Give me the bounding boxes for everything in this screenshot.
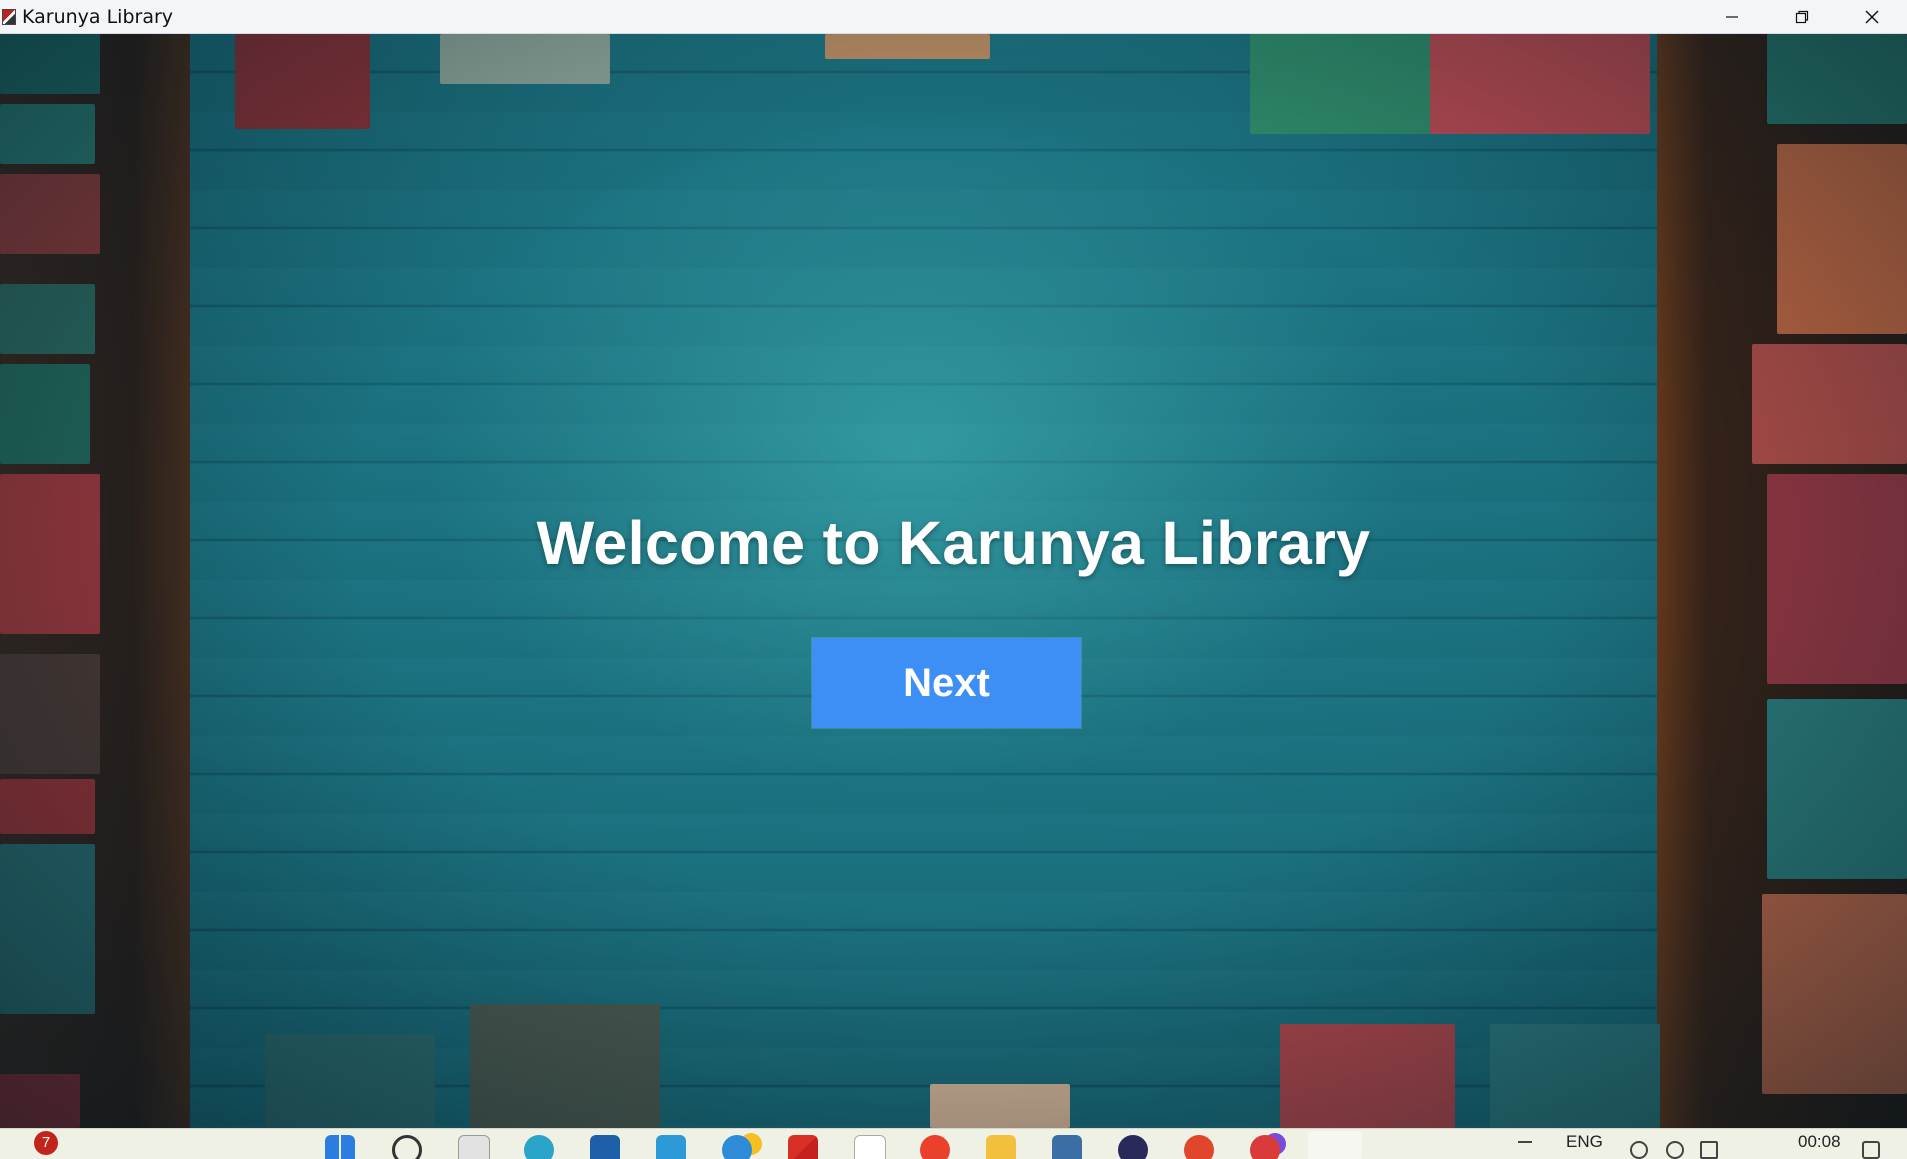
restore-button[interactable] bbox=[1767, 0, 1837, 34]
java-app-icon bbox=[2, 8, 16, 25]
app-icon[interactable] bbox=[854, 1135, 886, 1159]
file-icon[interactable] bbox=[458, 1135, 490, 1159]
notifications-icon[interactable] bbox=[1862, 1141, 1880, 1159]
clock-time[interactable]: 00:08 bbox=[1798, 1132, 1841, 1152]
window-title: Karunya Library bbox=[22, 5, 174, 28]
start-icon[interactable] bbox=[325, 1135, 355, 1159]
language-indicator[interactable]: ENG bbox=[1566, 1132, 1603, 1152]
vscode-icon[interactable] bbox=[656, 1135, 686, 1159]
folder-icon[interactable] bbox=[986, 1135, 1016, 1159]
vignette-overlay bbox=[0, 34, 1907, 1128]
notification-badge[interactable]: 7 bbox=[34, 1131, 58, 1155]
next-button[interactable]: Next bbox=[812, 638, 1081, 728]
java-icon[interactable] bbox=[1308, 1131, 1362, 1159]
close-button[interactable] bbox=[1837, 0, 1907, 34]
close-icon bbox=[1865, 10, 1879, 24]
store-icon[interactable] bbox=[590, 1135, 620, 1159]
welcome-heading: Welcome to Karunya Library bbox=[536, 509, 1371, 577]
app5-icon[interactable] bbox=[1250, 1135, 1280, 1159]
title-bar: Karunya Library bbox=[0, 0, 1907, 34]
wifi-icon[interactable] bbox=[1630, 1141, 1648, 1159]
chrome-beta-icon[interactable] bbox=[722, 1135, 752, 1159]
volume-icon[interactable] bbox=[1666, 1141, 1684, 1159]
edge-icon[interactable] bbox=[524, 1135, 554, 1159]
taskbar: 7 ENG 00:08 bbox=[0, 1128, 1907, 1159]
minimize-button[interactable] bbox=[1697, 0, 1767, 34]
app3-icon[interactable] bbox=[1118, 1135, 1148, 1159]
chrome-icon[interactable] bbox=[920, 1135, 950, 1159]
minimize-icon bbox=[1726, 16, 1738, 18]
library-background-image bbox=[0, 34, 1907, 1128]
restore-icon bbox=[1795, 10, 1809, 24]
search-icon[interactable] bbox=[392, 1135, 422, 1159]
app4-icon[interactable] bbox=[1184, 1135, 1214, 1159]
gmail-icon[interactable] bbox=[788, 1135, 818, 1159]
chevron-up-icon[interactable] bbox=[1518, 1141, 1532, 1159]
window-controls bbox=[1697, 0, 1907, 34]
battery-icon[interactable] bbox=[1700, 1141, 1718, 1159]
app2-icon[interactable] bbox=[1052, 1135, 1082, 1159]
